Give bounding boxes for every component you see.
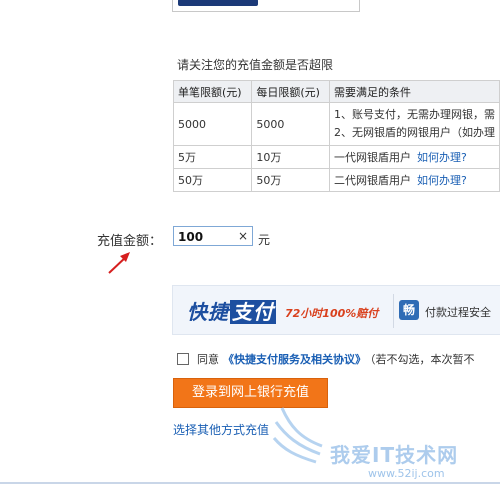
- cell-daily-limit: 50万: [251, 168, 330, 192]
- quick-pay-logo-pay: 支付: [230, 300, 276, 324]
- how-to-apply-link[interactable]: 如何办理?: [417, 151, 467, 164]
- watermark-url: www.52ij.com: [368, 467, 445, 480]
- other-payment-link[interactable]: 选择其他方式充值: [173, 421, 269, 438]
- cell-conditions: 一代网银盾用户 如何办理?: [328, 145, 500, 169]
- agreement-note: （若不勾选，本次暂不: [370, 353, 475, 366]
- cell-single-limit: 5万: [172, 145, 253, 169]
- cell-conditions: 1、账号支付，无需办理网银，需 2、无网银盾的网银用户（如办理: [328, 102, 500, 146]
- limits-table: 单笔限额(元) 每日限额(元) 需要满足的条件 5000 5000 1、账号支付…: [172, 80, 500, 192]
- header-daily-limit: 每日限额(元): [251, 80, 330, 103]
- cell-single-limit: 5000: [172, 102, 253, 146]
- secure-payment-text: 付款过程安全: [425, 306, 491, 319]
- agreement-link[interactable]: 《快捷支付服务及相关协议》: [223, 353, 366, 366]
- limit-notice: 请关注您的充值金额是否超限: [177, 58, 334, 72]
- cell-conditions: 二代网银盾用户 如何办理?: [328, 168, 500, 192]
- table-row: 5万 10万 一代网银盾用户 如何办理?: [172, 145, 500, 169]
- amount-input[interactable]: 100 ×: [173, 226, 253, 246]
- quick-pay-banner: 快捷 支付 72小时100%赔付 畅 付款过程安全: [172, 285, 500, 335]
- cell-daily-limit: 5000: [251, 102, 330, 146]
- compensation-slogan: 72小时100%赔付: [285, 307, 379, 320]
- header-conditions: 需要满足的条件: [328, 80, 500, 103]
- banner-divider: [393, 294, 394, 328]
- agreement-checkbox[interactable]: [177, 353, 189, 365]
- amount-label: 充值金额：: [97, 234, 163, 249]
- table-row: 50万 50万 二代网银盾用户 如何办理?: [172, 168, 500, 192]
- agree-label: 同意: [197, 353, 219, 366]
- condition-text: 一代网银盾用户: [333, 151, 411, 164]
- red-arrow-icon: [108, 252, 130, 274]
- bottom-divider: [0, 482, 500, 484]
- condition-text: 二代网银盾用户: [333, 174, 411, 187]
- bank-logo-strip: [178, 0, 258, 6]
- bank-logo-box: [172, 0, 360, 12]
- clear-icon[interactable]: ×: [238, 229, 248, 243]
- amount-unit: 元: [258, 233, 271, 247]
- cell-daily-limit: 10万: [251, 145, 330, 169]
- watermark-text: 我爱IT技术网: [330, 443, 459, 467]
- cell-single-limit: 50万: [172, 168, 253, 192]
- table-header-row: 单笔限额(元) 每日限额(元) 需要满足的条件: [172, 80, 500, 103]
- condition-line: 2、无网银盾的网银用户（如办理: [333, 126, 495, 139]
- quick-pay-logo: 快捷 支付: [187, 296, 276, 325]
- quick-pay-logo-text: 快捷: [187, 300, 229, 324]
- condition-line: 1、账号支付，无需办理网银，需: [333, 108, 495, 121]
- amount-value: 100: [178, 230, 204, 244]
- seal-icon: 畅: [399, 300, 419, 320]
- table-row: 5000 5000 1、账号支付，无需办理网银，需 2、无网银盾的网银用户（如办…: [172, 102, 500, 146]
- header-single-limit: 单笔限额(元): [172, 80, 253, 103]
- how-to-apply-link[interactable]: 如何办理?: [417, 174, 467, 187]
- agreement-row: 同意 《快捷支付服务及相关协议》 （若不勾选，本次暂不: [177, 351, 475, 367]
